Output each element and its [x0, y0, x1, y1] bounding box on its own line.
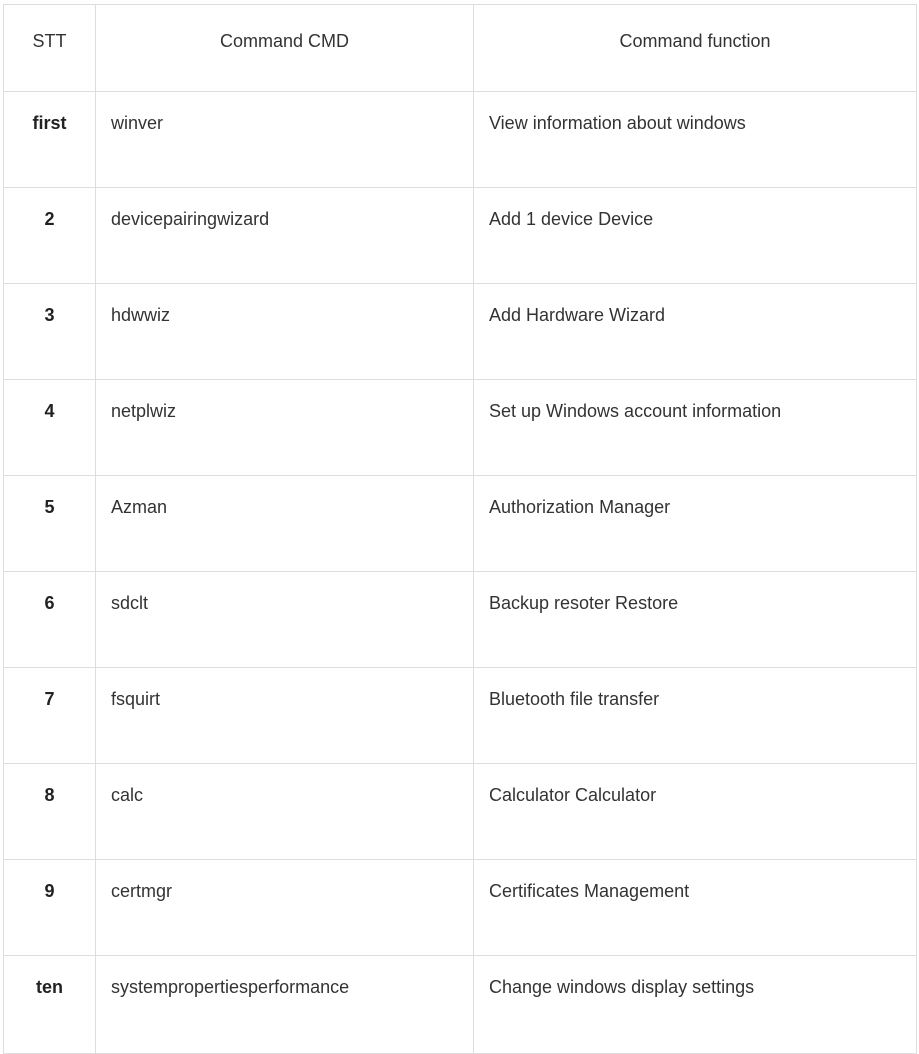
row-command: fsquirt [95, 667, 474, 764]
table-row: ten systempropertiesperformance Change w… [3, 955, 917, 1054]
row-command: Azman [95, 475, 474, 572]
row-stt: 8 [3, 763, 96, 860]
row-stt: 4 [3, 379, 96, 476]
table-row: 6 sdclt Backup resoter Restore [3, 571, 917, 668]
row-command: winver [95, 91, 474, 188]
row-function: Set up Windows account information [473, 379, 917, 476]
table-row: 5 Azman Authorization Manager [3, 475, 917, 572]
row-stt: 7 [3, 667, 96, 764]
row-command: netplwiz [95, 379, 474, 476]
row-function: Calculator Calculator [473, 763, 917, 860]
header-stt: STT [3, 4, 96, 92]
row-stt: 9 [3, 859, 96, 956]
row-function: Certificates Management [473, 859, 917, 956]
table-row: 7 fsquirt Bluetooth file transfer [3, 667, 917, 764]
row-command: systempropertiesperformance [95, 955, 474, 1054]
row-stt: 6 [3, 571, 96, 668]
table-header-row: STT Command CMD Command function [3, 4, 917, 92]
row-function: Add 1 device Device [473, 187, 917, 284]
row-stt: first [3, 91, 96, 188]
header-command: Command CMD [95, 4, 474, 92]
header-function: Command function [473, 4, 917, 92]
row-function: View information about windows [473, 91, 917, 188]
cmd-commands-table: STT Command CMD Command function first w… [3, 4, 917, 1054]
table-row: 4 netplwiz Set up Windows account inform… [3, 379, 917, 476]
row-function: Add Hardware Wizard [473, 283, 917, 380]
row-command: hdwwiz [95, 283, 474, 380]
row-function: Backup resoter Restore [473, 571, 917, 668]
row-function: Bluetooth file transfer [473, 667, 917, 764]
row-function: Authorization Manager [473, 475, 917, 572]
row-function: Change windows display settings [473, 955, 917, 1054]
row-stt: 5 [3, 475, 96, 572]
row-command: sdclt [95, 571, 474, 668]
row-stt: 2 [3, 187, 96, 284]
row-stt: ten [3, 955, 96, 1054]
table-row: first winver View information about wind… [3, 91, 917, 188]
table-row: 8 calc Calculator Calculator [3, 763, 917, 860]
table-row: 9 certmgr Certificates Management [3, 859, 917, 956]
row-command: devicepairingwizard [95, 187, 474, 284]
table-row: 2 devicepairingwizard Add 1 device Devic… [3, 187, 917, 284]
table-row: 3 hdwwiz Add Hardware Wizard [3, 283, 917, 380]
row-command: certmgr [95, 859, 474, 956]
row-stt: 3 [3, 283, 96, 380]
row-command: calc [95, 763, 474, 860]
